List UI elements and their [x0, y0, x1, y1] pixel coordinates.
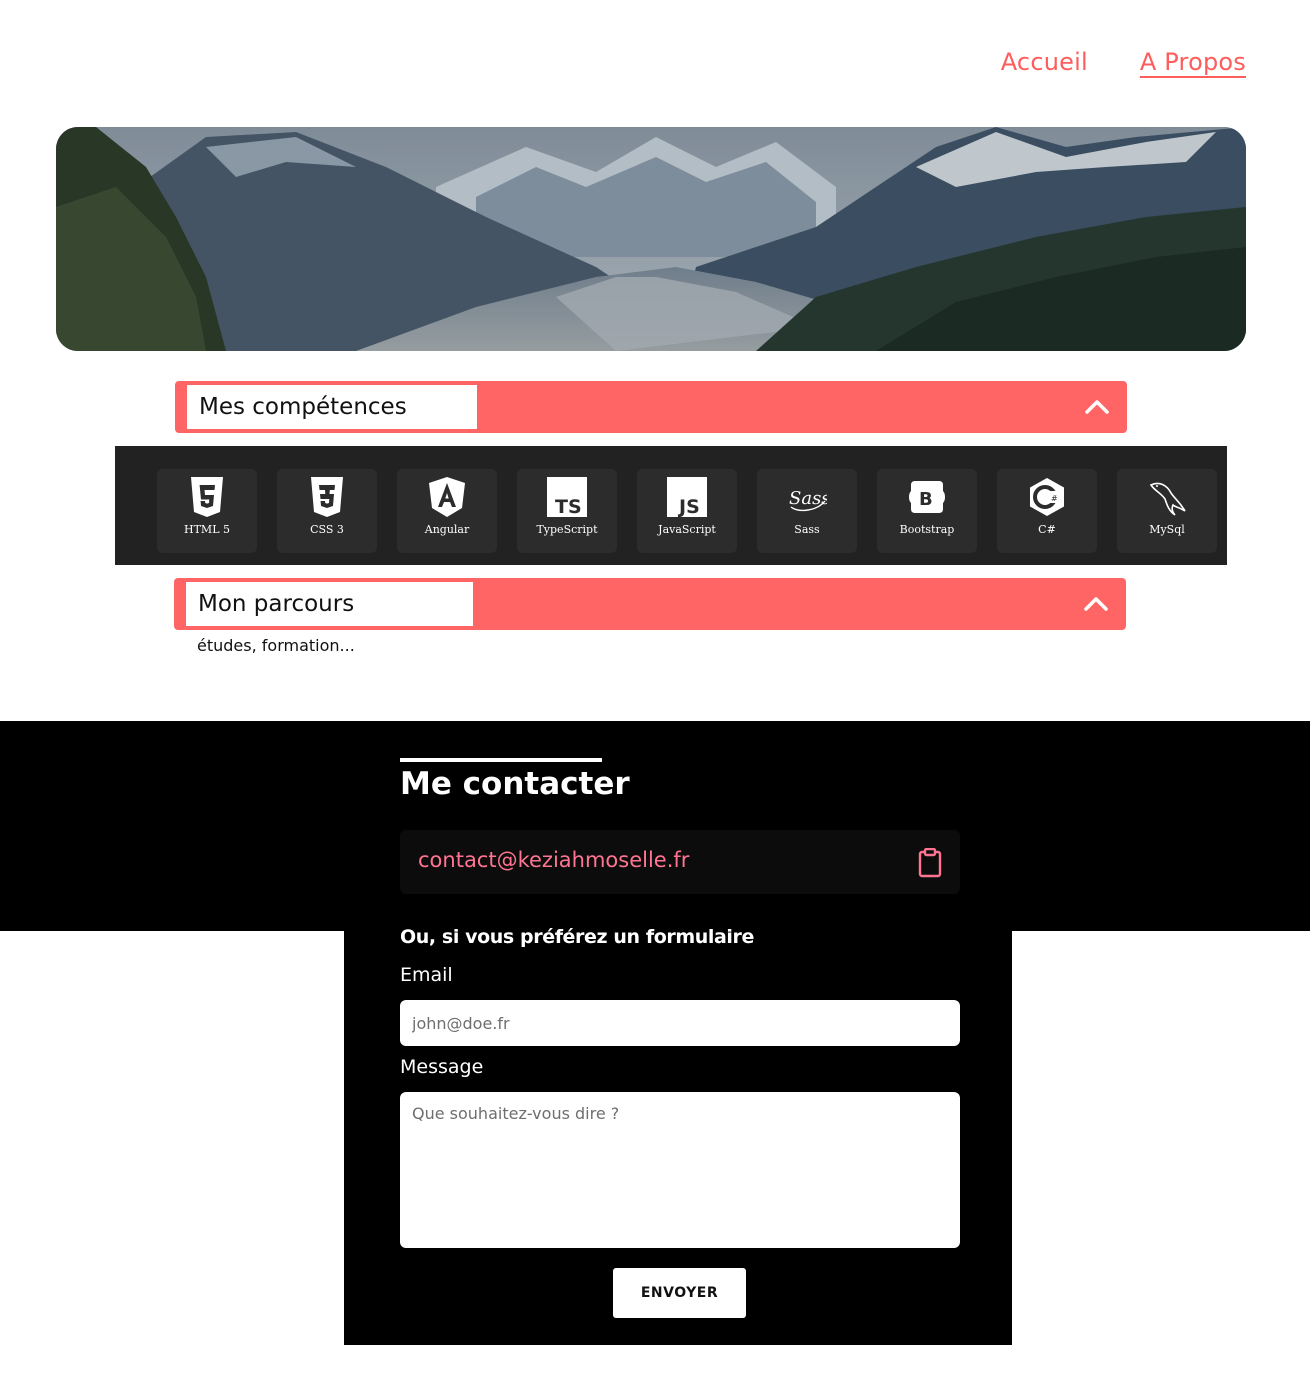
- skill-card-sass: Sass Sass: [757, 469, 857, 553]
- skill-name: Bootstrap: [899, 523, 955, 536]
- contact-email-link[interactable]: contact@keziahmoselle.fr: [418, 848, 689, 872]
- message-label: Message: [400, 1056, 484, 1078]
- email-copy-box: contact@keziahmoselle.fr: [400, 830, 960, 894]
- parcours-accordion-header[interactable]: Mon parcours: [174, 578, 1126, 630]
- email-label: Email: [400, 964, 453, 986]
- contact-title: Me contacter: [400, 766, 630, 802]
- svg-text:B: B: [919, 489, 933, 510]
- mysql-icon: [1147, 477, 1187, 517]
- skill-card-javascript: JS JavaScript: [637, 469, 737, 553]
- svg-text:JS: JS: [677, 496, 700, 517]
- skill-name: TypeScript: [536, 523, 598, 536]
- skill-card-csharp: # C#: [997, 469, 1097, 553]
- skill-card-css3: CSS 3: [277, 469, 377, 553]
- skill-name: Angular: [424, 523, 470, 536]
- message-textarea[interactable]: [400, 1092, 960, 1248]
- skill-card-typescript: TS TypeScript: [517, 469, 617, 553]
- csharp-icon: #: [1027, 477, 1067, 517]
- skills-list: HTML 5 CSS 3 Angular TS TypeScript JS Ja…: [115, 446, 1227, 565]
- skill-name: C#: [1038, 523, 1056, 536]
- sass-icon: Sass: [787, 477, 827, 517]
- parcours-section-title: Mon parcours: [186, 582, 473, 626]
- css3-icon: [307, 477, 347, 517]
- title-underline-bar: [400, 758, 602, 762]
- bootstrap-icon: B: [907, 477, 947, 517]
- hero-banner-image: [56, 127, 1246, 351]
- parcours-description: études, formation...: [197, 636, 355, 655]
- typescript-icon: TS: [547, 477, 587, 517]
- nav-link-a-propos[interactable]: A Propos: [1140, 48, 1246, 76]
- form-intro-text: Ou, si vous préférez un formulaire: [400, 926, 754, 948]
- skill-card-html5: HTML 5: [157, 469, 257, 553]
- top-nav: Accueil A Propos: [1001, 48, 1246, 76]
- submit-button[interactable]: ENVOYER: [613, 1268, 746, 1318]
- chevron-up-icon[interactable]: [1082, 590, 1110, 618]
- svg-text:Sass: Sass: [789, 488, 827, 509]
- skills-accordion-header[interactable]: Mes compétences: [175, 381, 1127, 433]
- skill-name: JavaScript: [658, 523, 716, 536]
- skill-card-bootstrap: B Bootstrap: [877, 469, 977, 553]
- angular-icon: [427, 477, 467, 517]
- clipboard-icon[interactable]: [918, 848, 942, 878]
- skill-card-angular: Angular: [397, 469, 497, 553]
- chevron-up-icon[interactable]: [1083, 393, 1111, 421]
- skills-section-title: Mes compétences: [187, 385, 477, 429]
- skill-card-mysql: MySql: [1117, 469, 1217, 553]
- html5-icon: [187, 477, 227, 517]
- email-input[interactable]: [400, 1000, 960, 1046]
- skill-name: CSS 3: [310, 523, 344, 536]
- nav-link-accueil[interactable]: Accueil: [1001, 48, 1088, 76]
- javascript-icon: JS: [667, 477, 707, 517]
- svg-text:TS: TS: [555, 496, 582, 517]
- skill-name: HTML 5: [184, 523, 230, 536]
- mountain-landscape-image: [56, 127, 1246, 351]
- skill-name: MySql: [1149, 523, 1185, 536]
- skill-name: Sass: [794, 523, 820, 536]
- svg-text:#: #: [1051, 494, 1058, 503]
